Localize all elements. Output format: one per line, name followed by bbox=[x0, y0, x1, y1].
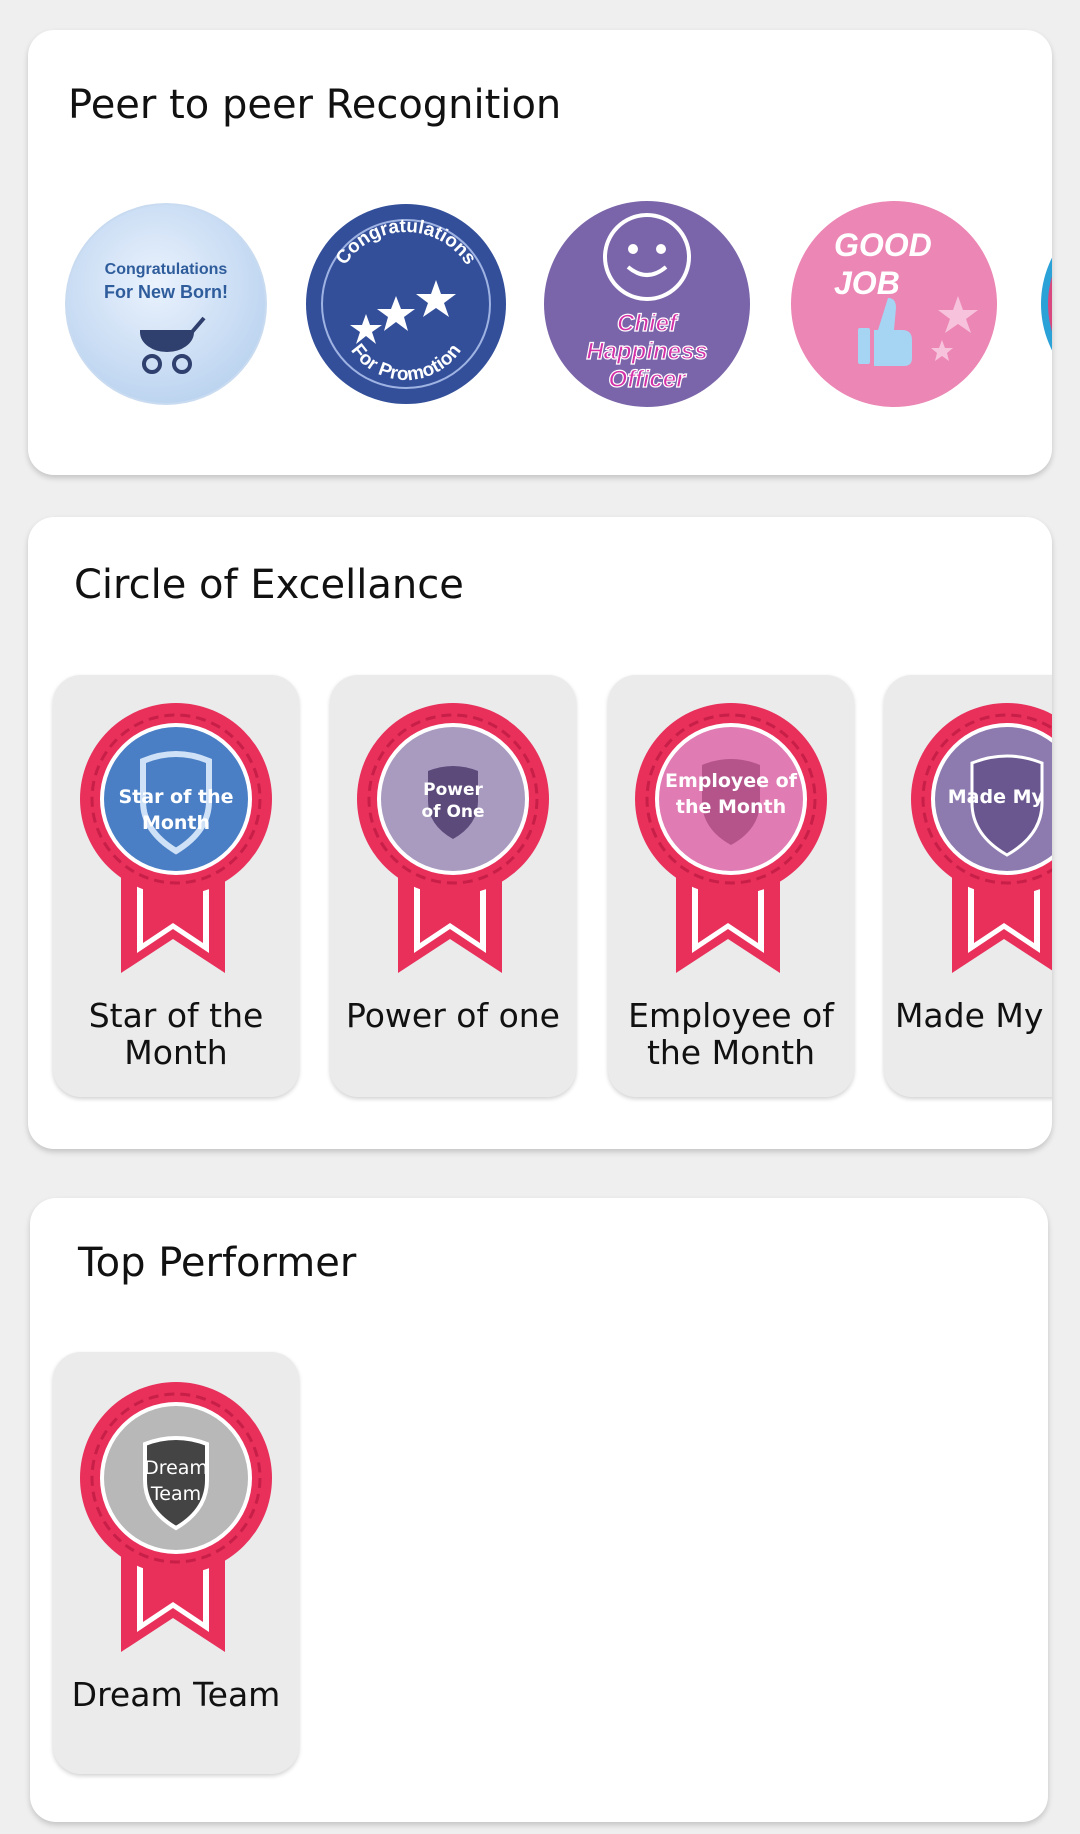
badge-line: For New Born! bbox=[104, 282, 228, 302]
award-label: Power of one bbox=[346, 996, 560, 1035]
award-tile-star-of-the-month[interactable]: Star of the Month Star of the Month bbox=[53, 675, 299, 1097]
rosette-badge-icon: Power of One bbox=[357, 703, 549, 973]
rosette-badge-icon: Made My D bbox=[911, 703, 1052, 973]
partial-badge[interactable] bbox=[1040, 200, 1052, 408]
rosette-badge-icon: Employee of the Month bbox=[635, 703, 827, 973]
badge-text: the Month bbox=[676, 796, 786, 818]
badge-text: Team bbox=[150, 1483, 201, 1505]
award-tile-made-my-day[interactable]: Made My D Made My Day bbox=[884, 675, 1052, 1097]
badge-text: Employee of bbox=[665, 770, 798, 792]
new-born-badge[interactable]: Congratulations For New Born! bbox=[64, 202, 268, 406]
badge-line: Officer bbox=[609, 366, 688, 393]
badge-line: JOB bbox=[834, 265, 900, 301]
award-tile-power-of-one[interactable]: Power of One Power of one bbox=[330, 675, 576, 1097]
badge-text: Made My D bbox=[948, 786, 1052, 808]
award-label: Dream Team bbox=[71, 1675, 281, 1714]
rosette-badge-icon: Dream Team bbox=[80, 1382, 272, 1652]
peer-recognition-card: Peer to peer Recognition Congratulations… bbox=[28, 30, 1052, 475]
award-label: Made My Day bbox=[894, 996, 1052, 1035]
rosette-badge-icon: Star of the Month bbox=[80, 703, 272, 973]
promotion-badge[interactable]: Congratulations For Promotion bbox=[304, 202, 508, 406]
award-tile-employee-of-the-month[interactable]: Employee of the Month Employee of the Mo… bbox=[608, 675, 854, 1097]
award-label: Star of the Month bbox=[88, 996, 264, 1072]
chief-happiness-badge[interactable]: Chief Happiness Officer bbox=[542, 199, 752, 409]
badge-text: Month bbox=[142, 812, 210, 834]
award-label: Employee of the Month bbox=[628, 996, 834, 1072]
top-performer-card: Top Performer Dream Team Dream Team bbox=[30, 1198, 1048, 1822]
good-job-badge[interactable]: GOOD JOB bbox=[790, 200, 998, 408]
badge-text: Dream bbox=[144, 1457, 208, 1479]
badge-line: Happiness bbox=[586, 338, 707, 365]
badge-line: Chief bbox=[617, 310, 679, 337]
award-tile-dream-team[interactable]: Dream Team Dream Team bbox=[53, 1352, 299, 1774]
badge-line: GOOD bbox=[834, 227, 932, 263]
badge-line: Congratulations bbox=[105, 261, 228, 278]
badge-text: Power bbox=[423, 780, 483, 800]
section-title: Top Performer bbox=[78, 1240, 357, 1286]
section-title: Peer to peer Recognition bbox=[68, 82, 562, 128]
section-title: Circle of Excellance bbox=[74, 562, 464, 608]
badge-text: Star of the bbox=[118, 786, 233, 808]
circle-of-excellence-card: Circle of Excellance Star of the Month S… bbox=[28, 517, 1052, 1149]
badge-text: of One bbox=[421, 802, 484, 822]
